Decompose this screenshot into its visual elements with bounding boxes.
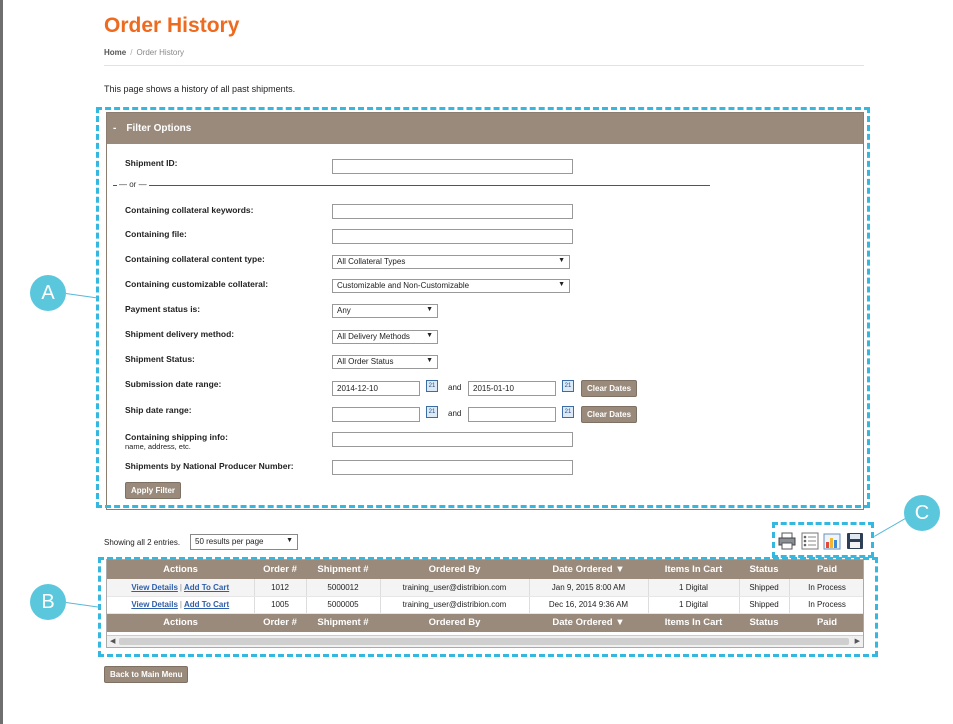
left-edge-bar bbox=[0, 0, 3, 724]
callout-c-leader bbox=[874, 518, 906, 537]
callout-c-badge: C bbox=[904, 495, 940, 531]
callout-b-badge: B bbox=[30, 584, 66, 620]
callout-b-highlight bbox=[98, 557, 878, 657]
showing-entries-text: Showing all 2 entries. bbox=[104, 538, 181, 547]
title-divider bbox=[104, 65, 864, 66]
page-intro-text: This page shows a history of all past sh… bbox=[104, 84, 296, 94]
callout-a-leader bbox=[65, 293, 98, 299]
callout-a-highlight bbox=[96, 107, 870, 508]
back-to-main-menu-button[interactable]: Back to Main Menu bbox=[104, 666, 189, 683]
breadcrumb-current: Order History bbox=[136, 48, 185, 57]
breadcrumb: Home / Order History bbox=[104, 48, 184, 57]
callout-c-highlight bbox=[772, 522, 874, 558]
page-title: Order History bbox=[104, 14, 240, 37]
results-per-page-select[interactable]: 50 results per page ▼ bbox=[190, 534, 298, 550]
chevron-down-icon: ▼ bbox=[286, 537, 293, 544]
callout-b-leader bbox=[65, 602, 100, 608]
breadcrumb-separator: / bbox=[130, 48, 133, 57]
breadcrumb-home-link[interactable]: Home bbox=[104, 48, 126, 57]
callout-a-badge: A bbox=[30, 275, 66, 311]
